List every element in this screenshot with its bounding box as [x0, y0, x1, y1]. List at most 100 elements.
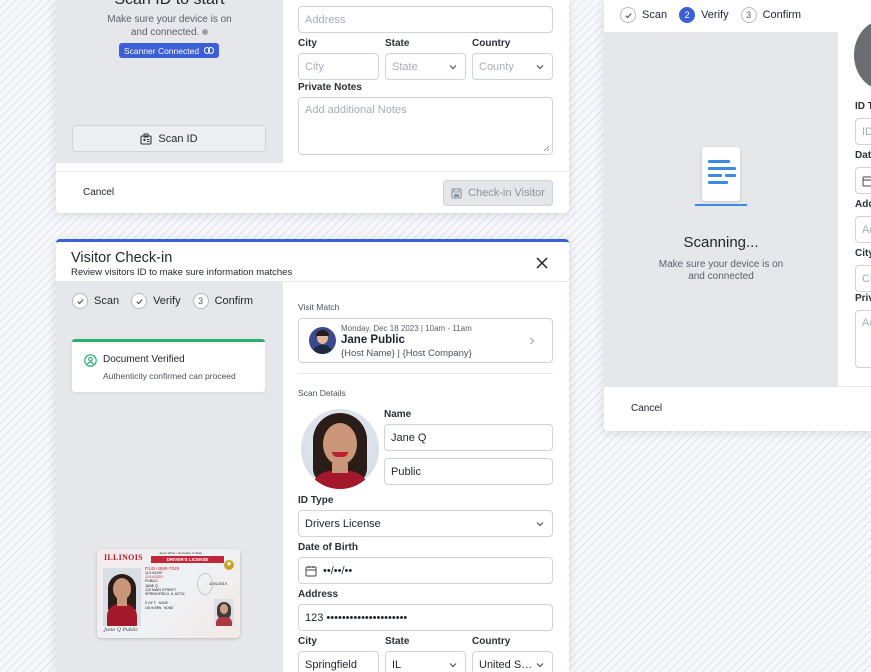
visitor-name: Jane Public	[341, 334, 405, 346]
private-notes-label: Private Notes	[298, 82, 362, 93]
city-label: City	[298, 636, 317, 647]
scan-details-label: Scan Details	[298, 388, 346, 398]
license-details: P142-4590-7026 11/14/1997 11/14/2023 PUB…	[145, 566, 185, 597]
calendar-icon	[862, 176, 871, 186]
check-icon	[620, 7, 636, 23]
chevron-down-icon	[536, 662, 544, 667]
main-stepper: Scan Verify 3 Confirm	[72, 293, 265, 309]
city-input[interactable]: Ci	[855, 265, 871, 292]
id-type-input[interactable]: ID	[855, 118, 871, 145]
chevron-down-icon	[449, 64, 457, 69]
first-name-input[interactable]: Jane Q	[384, 424, 553, 451]
id-type-label: ID T	[855, 101, 871, 112]
left-verification-area: Scan Verify 3 Confirm Document Verified A…	[56, 282, 283, 672]
right-stepper: Scan 2 Verify 3 Confirm	[620, 7, 813, 23]
check-icon	[131, 293, 148, 309]
verified-description: Authenticity confirmed can proceed	[103, 371, 236, 381]
visit-match-card[interactable]: Monday, Dec 18 2023 | 10am - 11am Jane P…	[298, 318, 553, 363]
private-notes-textarea[interactable]: Ad	[855, 310, 871, 368]
section-divider	[298, 373, 553, 374]
top-checkin-panel: Scan ID to start Make sure your device i…	[56, 0, 569, 213]
name-label: Name	[384, 409, 412, 420]
scanning-area: Scanning... Make sure your device is on …	[604, 32, 838, 386]
license-signature: Jane Q Public	[104, 627, 139, 633]
country-label: Country	[472, 38, 511, 49]
check-icon	[72, 293, 88, 309]
close-button[interactable]	[534, 256, 550, 272]
scan-area: Scan ID to start Make sure your device i…	[56, 0, 283, 163]
dob-label: Date of Birth	[298, 542, 358, 553]
license-ghost-photo	[214, 599, 234, 626]
license-stats: 5'-04" F NONE 145 lb BRN NONE	[145, 601, 174, 610]
visit-match-label: Visit Match	[298, 302, 340, 312]
dialog-subtitle: Review visitors ID to make sure informat…	[71, 267, 293, 278]
document-verified-card: Document Verified Authenticity confirmed…	[72, 339, 265, 392]
calendar-icon	[305, 565, 317, 576]
city-input[interactable]: City	[298, 53, 379, 80]
city-label: City	[298, 38, 317, 49]
step-scan: Scan	[72, 293, 119, 309]
footer-divider	[56, 171, 569, 172]
license-photo	[103, 568, 141, 626]
id-card-icon	[140, 133, 152, 145]
step-scan: Scan	[620, 7, 667, 23]
state-label: State	[385, 636, 410, 647]
city-label: City	[855, 248, 871, 259]
country-select[interactable]: County	[472, 53, 553, 80]
host-info: {Host Name} | {Host Company}	[341, 348, 472, 359]
scan-id-button[interactable]: Scan ID	[72, 125, 266, 152]
cancel-button[interactable]: Cancel	[83, 187, 114, 198]
info-dot-icon	[202, 29, 209, 36]
address-input[interactable]: 123 •••••••••••••••••••••	[298, 604, 553, 631]
address-label: Add	[855, 199, 871, 210]
address-input[interactable]: Ad	[855, 216, 871, 243]
document-scan-icon	[695, 147, 747, 207]
user-check-icon	[84, 354, 97, 367]
visitor-photo	[301, 409, 379, 489]
address-label: Address	[298, 589, 339, 600]
scanner-connected-badge: Scanner Connected	[119, 43, 219, 58]
license-ghost-figure	[197, 573, 213, 595]
dob-input[interactable]	[855, 167, 871, 194]
id-type-label: ID Type	[298, 495, 334, 506]
footer-divider	[604, 386, 871, 387]
scanning-description: Make sure your device is on and connecte…	[658, 259, 784, 282]
check-in-visitor-button[interactable]: Check-in Visitor	[443, 180, 553, 206]
chevron-down-icon	[536, 64, 544, 69]
resize-handle-icon[interactable]	[543, 145, 550, 152]
dob-input[interactable]: ••/••/••	[298, 557, 553, 584]
save-icon	[451, 187, 462, 199]
step-verify: Verify	[131, 293, 181, 309]
id-type-select[interactable]: Drivers License	[298, 510, 553, 537]
address-input[interactable]: Address	[298, 6, 553, 33]
state-select[interactable]: State	[385, 53, 466, 80]
dob-label: Dat	[855, 150, 871, 161]
chevron-down-icon	[449, 662, 457, 667]
country-label: Country	[472, 636, 511, 647]
step-verify: 2 Verify	[679, 7, 729, 23]
avatar	[854, 20, 871, 90]
scanning-title: Scanning...	[683, 234, 759, 251]
cancel-button[interactable]: Cancel	[631, 403, 662, 414]
step-confirm: 3 Confirm	[192, 293, 253, 309]
scan-description: Make sure your device is on and connecte…	[107, 14, 232, 38]
link-icon	[204, 47, 215, 54]
last-name-input[interactable]: Public	[384, 458, 553, 485]
dialog-title: Visitor Check-in	[71, 250, 173, 266]
chevron-right-icon	[530, 337, 535, 345]
private-notes-textarea[interactable]: Add additional Notes	[298, 97, 553, 155]
country-select[interactable]: United States	[472, 651, 553, 672]
visitor-checkin-panel: Visitor Check-in Review visitors ID to m…	[56, 239, 569, 672]
license-seal-icon: ★	[224, 560, 234, 570]
private-notes-label: Priv	[855, 293, 871, 304]
host-avatar	[309, 327, 336, 354]
visit-datetime: Monday, Dec 18 2023 | 10am - 11am	[341, 324, 472, 333]
state-select[interactable]: IL	[385, 651, 466, 672]
city-input[interactable]: Springfield	[298, 651, 379, 672]
verified-title: Document Verified	[103, 354, 185, 365]
close-icon	[536, 257, 548, 269]
step-confirm: 3 Confirm	[740, 7, 801, 23]
drivers-license-image: ILLINOIS Jesse White • Secretary of Stat…	[97, 549, 240, 638]
right-checkin-panel: Scan 2 Verify 3 Confirm Scanning... Make s…	[604, 0, 871, 431]
chevron-down-icon	[536, 521, 544, 526]
